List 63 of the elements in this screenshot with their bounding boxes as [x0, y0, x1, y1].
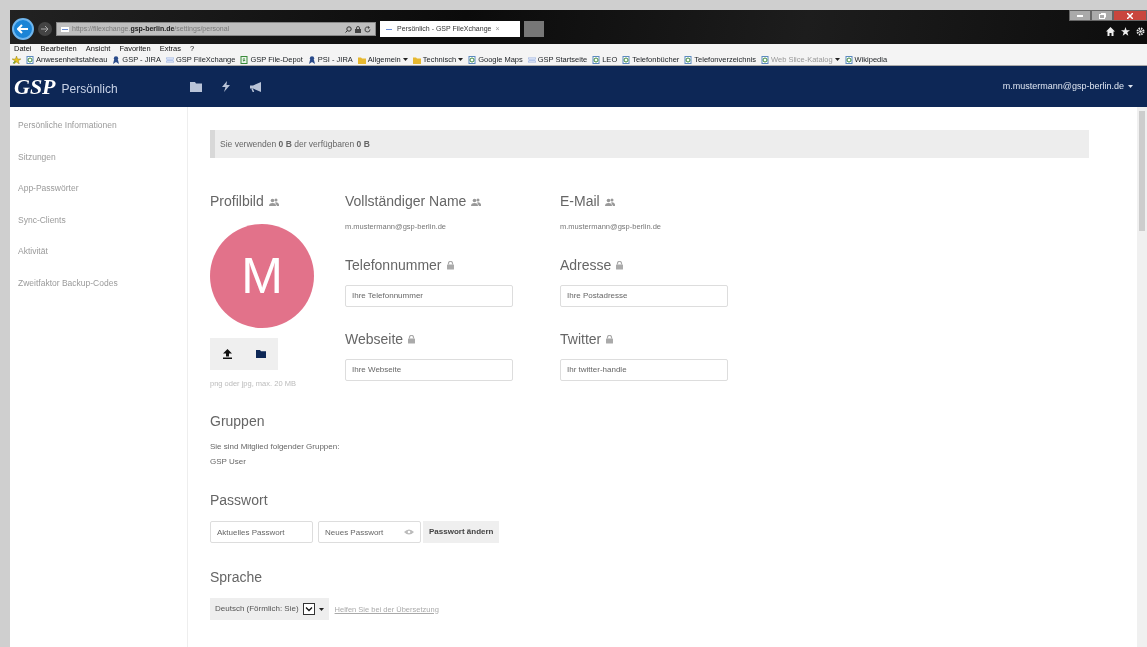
- minimize-button[interactable]: [1069, 10, 1091, 21]
- favorites-star-icon[interactable]: [12, 55, 21, 64]
- scrollbar-thumb[interactable]: [1139, 111, 1145, 231]
- ribbon-icon: [112, 55, 121, 64]
- folder-icon: [256, 350, 266, 358]
- restore-button[interactable]: [1091, 10, 1113, 21]
- section-heading: Adresse: [560, 255, 612, 275]
- refresh-icon[interactable]: [364, 25, 371, 33]
- forward-button[interactable]: [38, 22, 52, 36]
- caret-icon: [1128, 85, 1133, 88]
- back-button[interactable]: [12, 18, 34, 40]
- megaphone-icon[interactable]: [249, 81, 263, 92]
- lightning-icon[interactable]: [221, 81, 230, 92]
- folder-button[interactable]: [244, 338, 278, 370]
- groups-intro: Sie sind Mitglied folgender Gruppen:: [210, 441, 341, 454]
- caret-icon: [834, 58, 840, 61]
- section-title: Persönlich: [61, 80, 118, 98]
- star-icon[interactable]: [1121, 27, 1130, 36]
- caret-icon: [458, 58, 464, 61]
- section-heading: Twitter: [560, 329, 602, 349]
- section-heading: E-Mail: [560, 192, 600, 211]
- group-name: GSP User: [210, 456, 247, 469]
- section-heading: Gruppen: [210, 412, 265, 432]
- lock-icon: [355, 25, 361, 33]
- avatar: M: [210, 224, 314, 328]
- caret-icon: [318, 607, 324, 611]
- minimize-icon: [1077, 14, 1083, 17]
- caret-icon: [402, 58, 408, 61]
- close-icon: [1127, 12, 1133, 19]
- password-field[interactable]: Neues Passwort: [318, 521, 421, 544]
- arrow-right-icon: [41, 26, 49, 32]
- section-heading: Sprache: [210, 568, 263, 588]
- close-button[interactable]: [1113, 10, 1147, 21]
- upload-button[interactable]: [210, 338, 244, 370]
- section-heading: Passwort: [210, 491, 268, 511]
- input-field[interactable]: Ihre Telefonnummer: [345, 284, 513, 307]
- section-heading: Vollständiger Name: [345, 192, 467, 211]
- folder-icon[interactable]: [189, 81, 202, 92]
- site-icon: [61, 26, 69, 32]
- logo[interactable]: GSP: [14, 75, 56, 98]
- user-menu[interactable]: m.mustermann@gsp-berlin.de: [1002, 79, 1133, 94]
- home-icon[interactable]: [1106, 27, 1115, 36]
- contacts-icon[interactable]: [268, 197, 279, 206]
- contacts-icon[interactable]: [471, 197, 482, 206]
- ribbon-icon: [307, 55, 316, 64]
- input-field[interactable]: Ihre Webseite: [345, 358, 513, 381]
- upload-icon: [222, 349, 232, 359]
- chevron-down-icon: [302, 603, 315, 616]
- input-field[interactable]: Ihr twitter-handle: [560, 358, 728, 381]
- contacts-icon[interactable]: [604, 197, 615, 206]
- input-field[interactable]: Ihre Postadresse: [560, 284, 728, 307]
- search-icon[interactable]: [345, 25, 352, 33]
- settings-icon[interactable]: [1136, 27, 1145, 36]
- section-heading: Webseite: [345, 329, 404, 349]
- language-dropdown[interactable]: Deutsch (Förmlich: Sie): [210, 598, 329, 621]
- arrow-left-icon: [17, 24, 29, 34]
- restore-icon: [1098, 12, 1106, 19]
- change-password-button[interactable]: Passwort ändern: [423, 521, 500, 544]
- section-heading: Telefonnummer: [345, 255, 442, 275]
- password-field[interactable]: Aktuelles Passwort: [210, 521, 313, 544]
- usage-info: Sie verwenden 0 B der verfügbaren 0 B: [210, 130, 1089, 158]
- scrollbar[interactable]: [1137, 107, 1147, 647]
- section-heading: Profilbild: [210, 192, 264, 211]
